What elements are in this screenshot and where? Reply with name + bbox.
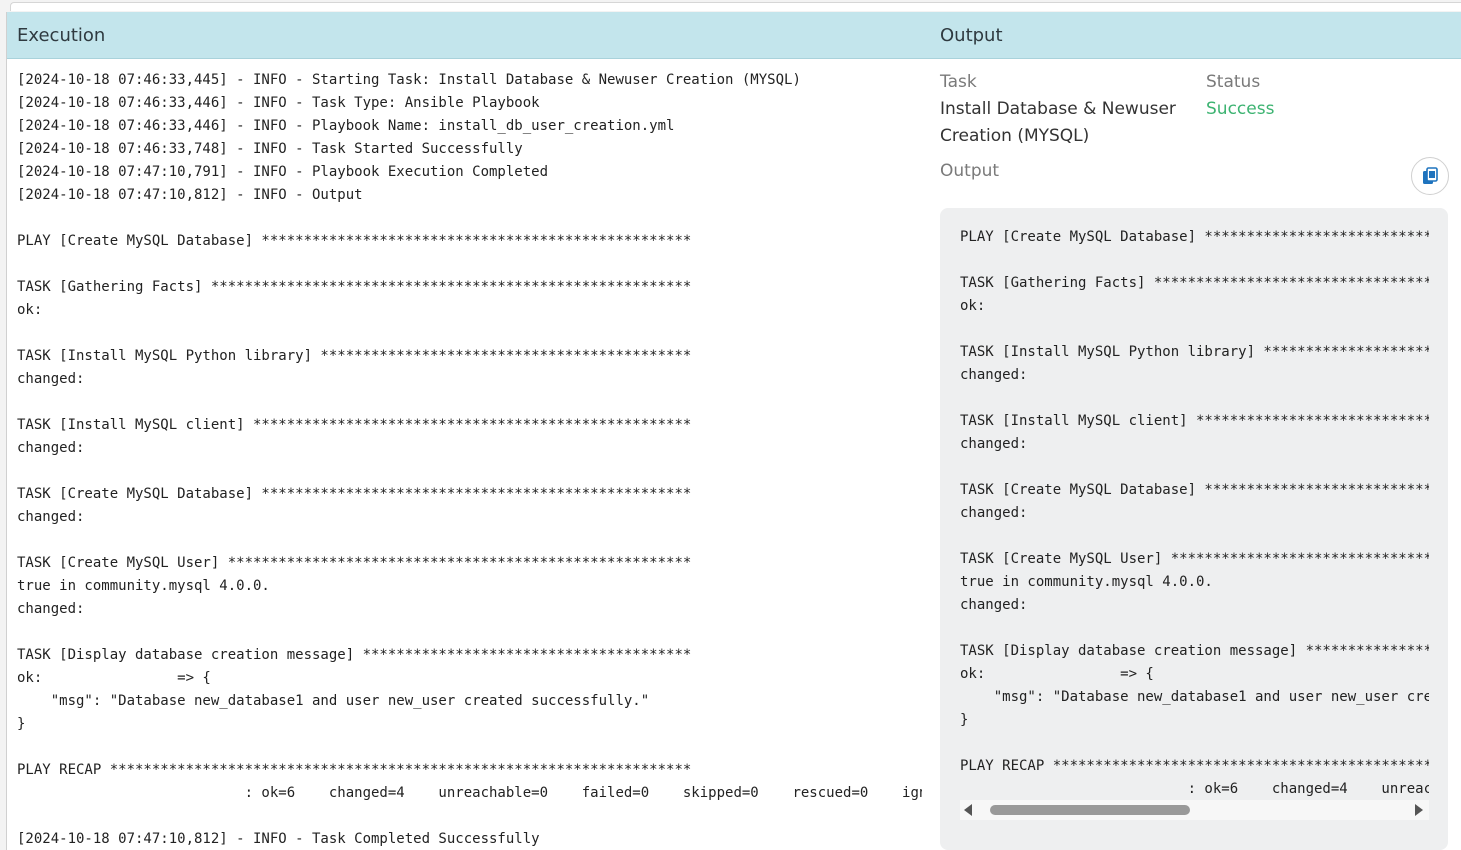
output-code[interactable]: PLAY [Create MySQL Database] ***********… bbox=[960, 226, 1429, 804]
task-value: Install Database & Newuser Creation (MYS… bbox=[940, 99, 1176, 146]
status-label: Status bbox=[1206, 72, 1261, 92]
scroll-right-arrow-icon[interactable] bbox=[1415, 804, 1423, 816]
scroll-left-arrow-icon[interactable] bbox=[964, 804, 972, 816]
copy-icon bbox=[1423, 167, 1438, 184]
task-label: Task bbox=[940, 72, 977, 92]
output-code-box: PLAY [Create MySQL Database] ***********… bbox=[940, 208, 1448, 850]
copy-button[interactable] bbox=[1411, 157, 1449, 195]
scroll-thumb[interactable] bbox=[990, 805, 1190, 815]
output-header: Output bbox=[930, 12, 1461, 59]
horizontal-scrollbar[interactable] bbox=[960, 800, 1429, 820]
top-card-edge bbox=[10, 2, 1461, 11]
output-label: Output bbox=[940, 161, 1000, 181]
status-value: Success bbox=[1206, 99, 1275, 119]
output-panel: Output Task Install Database & Newuser C… bbox=[930, 12, 1461, 850]
execution-header: Execution bbox=[7, 12, 931, 59]
execution-log[interactable]: [2024-10-18 07:46:33,445] - INFO - Start… bbox=[17, 69, 922, 850]
top-strip bbox=[0, 0, 1461, 12]
execution-panel: Execution [2024-10-18 07:46:33,445] - IN… bbox=[6, 12, 932, 850]
